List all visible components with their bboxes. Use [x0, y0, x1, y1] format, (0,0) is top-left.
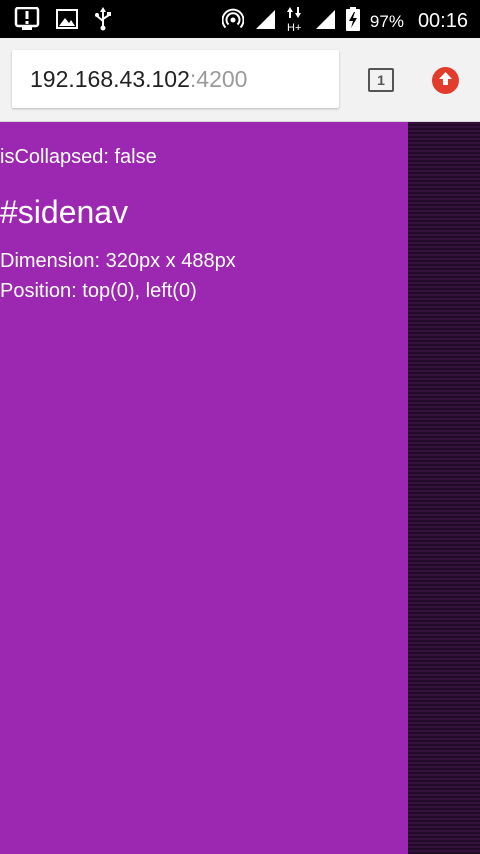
url-host: 192.168.43.102	[30, 65, 190, 92]
tab-switcher-button[interactable]: 1	[368, 68, 394, 92]
battery-percent: 97%	[369, 11, 404, 31]
position-text: Position: top(0), left(0)	[0, 280, 197, 302]
sidenav: isCollapsed: false #sidenav Dimension: 3…	[0, 122, 408, 854]
url-bar[interactable]: 192.168.43.102:4200	[12, 50, 339, 108]
hotspot-icon	[221, 8, 245, 35]
browser-toolbar: 192.168.43.102:4200 1	[0, 38, 480, 122]
download-notification-icon	[14, 6, 40, 35]
data-hplus-icon: H+	[286, 6, 304, 37]
collapsed-state-text: isCollapsed: false	[0, 146, 157, 168]
url-port: :4200	[189, 65, 248, 92]
signal-icon	[314, 8, 336, 35]
signal-icon	[254, 8, 276, 35]
image-notification-icon	[56, 8, 78, 34]
clock: 00:16	[417, 10, 468, 32]
dimension-text: Dimension: 320px x 488px	[0, 250, 236, 272]
page-content: isCollapsed: false #sidenav Dimension: 3…	[0, 122, 480, 854]
system-icons: H+ 97% 00:16	[221, 6, 468, 37]
notification-icons	[14, 6, 112, 35]
arrow-up-icon	[438, 71, 453, 90]
sidenav-heading: #sidenav	[0, 194, 129, 230]
battery-charging-icon	[345, 7, 360, 36]
status-bar: H+ 97% 00:16	[0, 0, 480, 38]
update-button[interactable]	[432, 67, 459, 94]
usb-icon	[94, 7, 112, 35]
svg-text:H+: H+	[287, 22, 301, 32]
tab-count: 1	[377, 72, 385, 88]
sidenav-backdrop[interactable]	[408, 122, 480, 854]
